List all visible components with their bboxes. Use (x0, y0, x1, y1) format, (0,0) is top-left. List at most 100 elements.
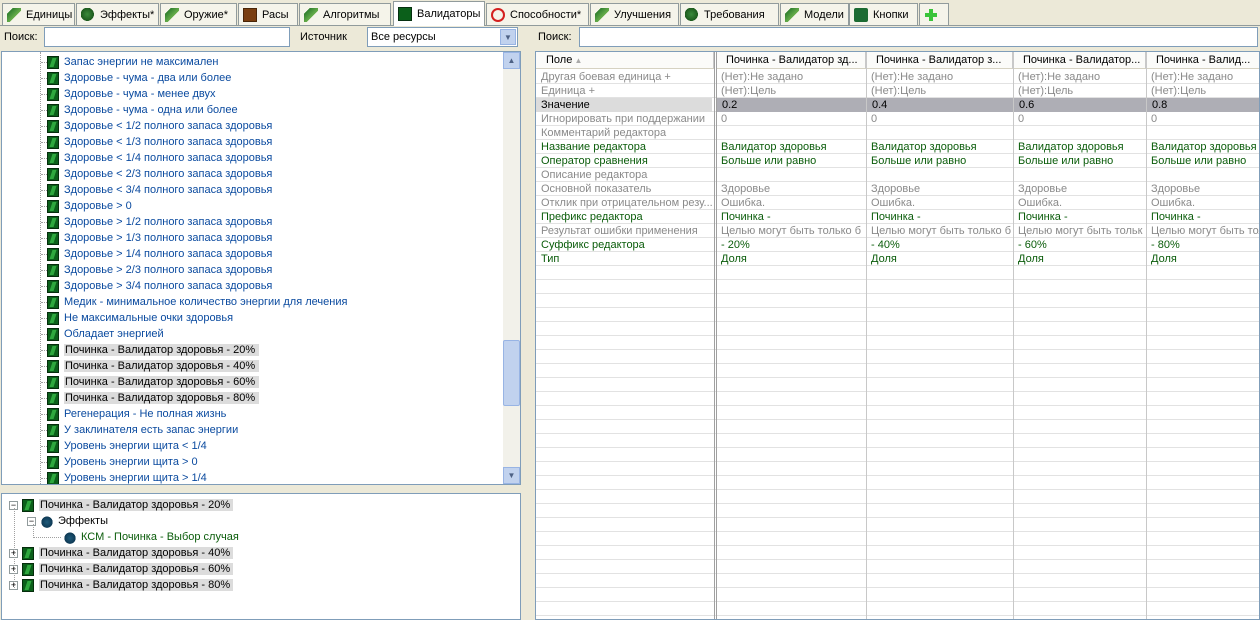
property-row[interactable]: Единица + (Нет):Цель (Нет):Цель (Нет):Цель(… (536, 84, 1259, 98)
tree-item[interactable]: Здоровье > 1/2 полного запаса здоровья (47, 214, 272, 230)
property-value[interactable]: (Нет):Не задано (716, 70, 866, 84)
property-value[interactable]: Ошибка. (1146, 196, 1259, 210)
tab-validators[interactable]: Валидаторы (393, 1, 485, 26)
deps-root[interactable]: − Починка - Валидатор здоровья - 20% (9, 497, 234, 513)
property-value[interactable]: - 40% (866, 238, 1013, 252)
property-row[interactable]: Префикс редактора Починка - Починка - Почин… (536, 210, 1259, 224)
property-value[interactable]: Целью могут быть только б (866, 224, 1013, 238)
property-row[interactable]: Игнорировать при поддержании 0 0 0 0 (536, 112, 1259, 126)
object-tree[interactable]: Запас энергии не максимален Здоровье - чу… (1, 51, 521, 485)
tree-item[interactable]: Починка - Валидатор здоровья - 20% (47, 342, 260, 358)
property-value[interactable] (716, 168, 866, 182)
property-value[interactable]: 0 (1146, 112, 1259, 126)
tree-item[interactable]: Запас энергии не максимален (47, 54, 218, 70)
property-value[interactable]: Здоровье (1013, 182, 1146, 196)
property-value[interactable]: Целью могут быть только те (1146, 224, 1259, 238)
property-row[interactable]: Тип Доля Доля Доля Доля (536, 252, 1259, 266)
tree-item[interactable]: Починка - Валидатор здоровья - 80% (47, 390, 260, 406)
property-value[interactable]: Починка - (1013, 210, 1146, 224)
main-splitter[interactable] (522, 26, 530, 620)
tree-item[interactable]: Здоровье - чума - одна или более (47, 102, 238, 118)
tree-item[interactable]: Уровень энергии щита > 1/4 (47, 470, 207, 484)
property-value[interactable]: 0.8 (1146, 98, 1259, 112)
tree-item[interactable]: Уровень энергии щита < 1/4 (47, 438, 207, 454)
property-value[interactable]: Целью могут быть тольк (1013, 224, 1146, 238)
tree-item[interactable]: Здоровье < 2/3 полного запаса здоровья (47, 166, 272, 182)
property-row[interactable]: Другая боевая единица + (Нет):Не задано (Н… (536, 70, 1259, 84)
property-row[interactable]: Значение 0.2 0.4 0.6 0.8 (536, 98, 1259, 112)
tree-item[interactable]: Здоровье > 1/3 полного запаса здоровья (47, 230, 272, 246)
property-value[interactable]: Здоровье (716, 182, 866, 196)
tree-item[interactable]: У заклинателя есть запас энергии (47, 422, 238, 438)
property-value[interactable]: Починка - (1146, 210, 1259, 224)
property-value[interactable]: (Нет):Не задано (866, 70, 1013, 84)
tree-item[interactable]: Уровень энергии щита > 0 (47, 454, 198, 470)
column-header[interactable]: Починка - Валидатор... (1013, 52, 1146, 69)
property-row[interactable]: Результат ошибки применения Целью могут б… (536, 224, 1259, 238)
tree-item[interactable]: Здоровье > 3/4 полного запаса здоровья (47, 278, 272, 294)
tree-item[interactable]: Здоровье < 1/2 полного запаса здоровья (47, 118, 272, 134)
property-value[interactable]: Валидатор здоровья (1013, 140, 1146, 154)
tab-buttons[interactable]: Кнопки (849, 3, 918, 25)
right-search-input[interactable] (579, 27, 1258, 47)
property-value[interactable]: - 80% (1146, 238, 1259, 252)
tree-item[interactable]: Здоровье < 1/4 полного запаса здоровья (47, 150, 272, 166)
property-value[interactable]: Больше или равно (1146, 154, 1259, 168)
tree-item[interactable]: Здоровье - чума - два или более (47, 70, 231, 86)
tree-item[interactable]: Здоровье > 0 (47, 198, 132, 214)
property-value[interactable] (1146, 168, 1259, 182)
property-value[interactable]: Починка - (866, 210, 1013, 224)
property-value[interactable]: Ошибка. (866, 196, 1013, 210)
property-value[interactable]: Доля (716, 252, 866, 266)
scroll-up-icon[interactable]: ▲ (503, 52, 520, 69)
tree-item[interactable]: Починка - Валидатор здоровья - 60% (47, 374, 260, 390)
property-value[interactable]: (Нет):Не задано (1013, 70, 1146, 84)
property-value[interactable]: (Нет):Цель (1013, 84, 1146, 98)
tree-item[interactable]: Починка - Валидатор здоровья - 40% (47, 358, 260, 374)
collapse-icon[interactable]: − (27, 516, 36, 526)
tree-item[interactable]: Не максимальные очки здоровья (47, 310, 233, 326)
tree-item[interactable]: Здоровье < 1/3 полного запаса здоровья (47, 134, 272, 150)
property-value[interactable]: Валидатор здоровья (1146, 140, 1259, 154)
property-value[interactable] (1146, 126, 1259, 140)
object-tree-scrollbar[interactable]: ▲ ▼ (503, 52, 520, 484)
property-value[interactable]: (Нет):Цель (716, 84, 866, 98)
property-value[interactable] (866, 168, 1013, 182)
tab-effects[interactable]: Эффекты* (76, 3, 159, 25)
property-value[interactable]: 0.4 (866, 98, 1013, 112)
chevron-down-icon[interactable]: ▼ (500, 29, 516, 45)
column-header[interactable]: Починка - Валидатор з... (866, 52, 1013, 69)
property-value[interactable]: 0 (1013, 112, 1146, 126)
tab-abilities[interactable]: Способности* (486, 3, 589, 25)
property-value[interactable]: (Нет):Цель (866, 84, 1013, 98)
property-value[interactable]: Валидатор здоровья (866, 140, 1013, 154)
tab-requirements[interactable]: Требования (680, 3, 779, 25)
property-value[interactable]: Здоровье (1146, 182, 1259, 196)
tree-item[interactable]: Здоровье > 2/3 полного запаса здоровья (47, 262, 272, 278)
column-header[interactable]: Починка - Валид... (1146, 52, 1259, 69)
dependencies-tree[interactable]: − Починка - Валидатор здоровья - 20% − Эффе… (1, 493, 521, 620)
tab-unit[interactable]: Единицы (2, 3, 75, 25)
property-row[interactable]: Название редактора Валидатор здоровья Вали… (536, 140, 1259, 154)
tab-algorithms[interactable]: Алгоритмы (299, 3, 391, 25)
property-value[interactable]: Больше или равно (866, 154, 1013, 168)
property-value[interactable]: 0.2 (716, 98, 866, 112)
property-value[interactable]: 0 (866, 112, 1013, 126)
tree-splitter[interactable] (1, 485, 521, 493)
property-row[interactable]: Основной показатель Здоровье Здоровье Здоро… (536, 182, 1259, 196)
property-value[interactable]: (Нет):Не задано (1146, 70, 1259, 84)
property-value[interactable] (1013, 126, 1146, 140)
deps-sibling[interactable]: + Починка - Валидатор здоровья - 80% (9, 577, 234, 593)
property-value[interactable]: (Нет):Цель (1146, 84, 1259, 98)
property-row[interactable]: Описание редактора (536, 168, 1259, 182)
tab-add[interactable] (919, 3, 949, 25)
property-value[interactable] (866, 126, 1013, 140)
tab-upgrades[interactable]: Улучшения (590, 3, 679, 25)
tree-item[interactable]: Здоровье > 1/4 полного запаса здоровья (47, 246, 272, 262)
left-search-input[interactable] (44, 27, 290, 47)
deps-effect[interactable]: КСМ - Починка - Выбор случая (63, 529, 239, 545)
property-value[interactable]: Ошибка. (1013, 196, 1146, 210)
property-row[interactable]: Оператор сравнения Больше или равно Больше… (536, 154, 1259, 168)
property-value[interactable]: Больше или равно (716, 154, 866, 168)
property-value[interactable]: Валидатор здоровья (716, 140, 866, 154)
